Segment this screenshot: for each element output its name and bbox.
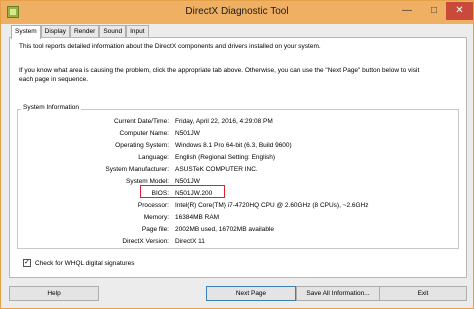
directx-version-value: DirectX 11 bbox=[175, 238, 205, 245]
whql-label: Check for WHQL digital signatures bbox=[35, 259, 135, 267]
intro-text-3: each page in sequence. bbox=[19, 76, 89, 83]
whql-option[interactable]: Check for WHQL digital signatures bbox=[23, 258, 135, 267]
close-button[interactable]: ✕ bbox=[446, 2, 473, 20]
system-manufacturer-value: ASUSTeK COMPUTER INC. bbox=[175, 166, 258, 173]
date-time-label: Current Date/Time: bbox=[113, 118, 169, 125]
computer-name-label: Computer Name: bbox=[119, 130, 170, 137]
system-information-label: System Information bbox=[21, 104, 81, 111]
system-model-value: N501JW bbox=[175, 178, 200, 185]
language-label: Language: bbox=[138, 154, 169, 161]
memory-value: 16384MB RAM bbox=[175, 214, 220, 221]
exit-button[interactable]: Exit bbox=[379, 286, 467, 301]
whql-checkbox[interactable] bbox=[23, 258, 31, 267]
bios-highlight-box bbox=[140, 185, 225, 198]
computer-name-value: N501JW bbox=[175, 130, 200, 137]
title-bar[interactable]: DirectX Diagnostic Tool — □ ✕ bbox=[1, 1, 473, 24]
maximize-button[interactable]: □ bbox=[421, 2, 447, 20]
save-all-information-button[interactable]: Save All Information... bbox=[296, 286, 380, 301]
system-model-label: System Model: bbox=[126, 178, 169, 185]
processor-value: Intel(R) Core(TM) i7-4720HQ CPU @ 2.60GH… bbox=[175, 202, 369, 209]
operating-system-label: Operating System: bbox=[115, 142, 169, 149]
system-manufacturer-label: System Manufacturer: bbox=[105, 166, 169, 173]
intro-text-2: If you know what area is causing the pro… bbox=[19, 67, 420, 74]
help-button[interactable]: Help bbox=[9, 286, 99, 301]
minimize-button[interactable]: — bbox=[394, 2, 420, 20]
memory-label: Memory: bbox=[143, 214, 169, 221]
intro-text-1: This tool reports detailed information a… bbox=[19, 43, 321, 50]
page-file-label: Page file: bbox=[141, 226, 169, 233]
page-file-value: 2002MB used, 16702MB available bbox=[175, 226, 275, 233]
directx-version-label: DirectX Version: bbox=[122, 238, 169, 245]
processor-label: Processor: bbox=[137, 202, 169, 209]
date-time-value: Friday, April 22, 2016, 4:29:08 PM bbox=[175, 118, 273, 125]
next-page-button[interactable]: Next Page bbox=[206, 286, 296, 301]
language-value: English (Regional Setting: English) bbox=[175, 154, 276, 161]
tab-system[interactable]: System bbox=[11, 25, 41, 39]
directx-diagnostic-window: DirectX Diagnostic Tool — □ ✕ System Dis… bbox=[0, 0, 474, 309]
operating-system-value: Windows 8.1 Pro 64-bit (6.3, Build 9600) bbox=[175, 142, 292, 149]
